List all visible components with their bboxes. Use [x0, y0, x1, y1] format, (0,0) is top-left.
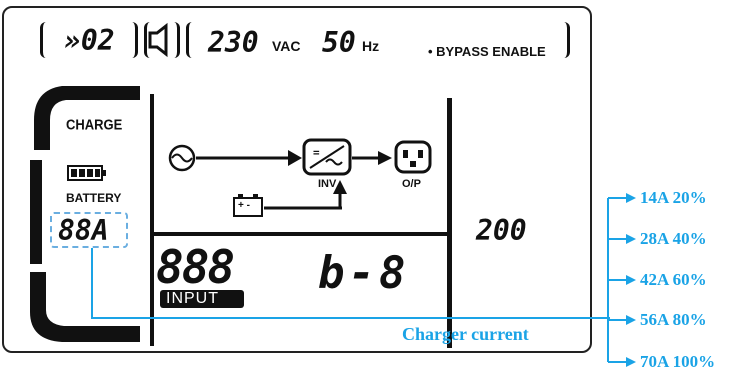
right-value-display: 200	[476, 214, 527, 247]
battery-terminals-label: + -	[238, 200, 250, 211]
input-digits: 888	[156, 240, 235, 294]
options-bracket-line	[607, 197, 628, 363]
output-label: O/P	[402, 178, 421, 190]
charger-current-label: Charger current	[402, 324, 529, 344]
option-28a-40: 28A 40%	[640, 229, 707, 248]
charge-label: CHARGE	[66, 116, 123, 133]
charger-current-readout: 88A	[58, 214, 109, 247]
center-divider-horizontal	[150, 232, 450, 236]
inv-label: INV	[318, 178, 337, 190]
options-arrowheads	[626, 193, 636, 367]
frequency-value: 50	[322, 26, 356, 59]
option-42a-60: 42A 60%	[640, 270, 707, 289]
center-divider-right	[447, 98, 452, 348]
battery-label: BATTERY	[66, 191, 122, 205]
mode-code: »02	[64, 24, 115, 57]
code-display: b-8	[318, 248, 410, 299]
option-56a-80: 56A 80%	[640, 310, 707, 329]
center-divider-left	[150, 94, 154, 346]
option-70a-100: 70A 100%	[640, 352, 716, 371]
bypass-enable-label: • BYPASS ENABLE	[428, 44, 546, 59]
option-14a-20: 14A 20%	[640, 188, 707, 207]
frequency-unit: Hz	[362, 38, 380, 54]
input-label: INPUT	[166, 290, 219, 307]
mute-box	[144, 22, 180, 58]
voltage-unit: VAC	[272, 38, 301, 54]
voltage-value: 230	[208, 26, 259, 59]
